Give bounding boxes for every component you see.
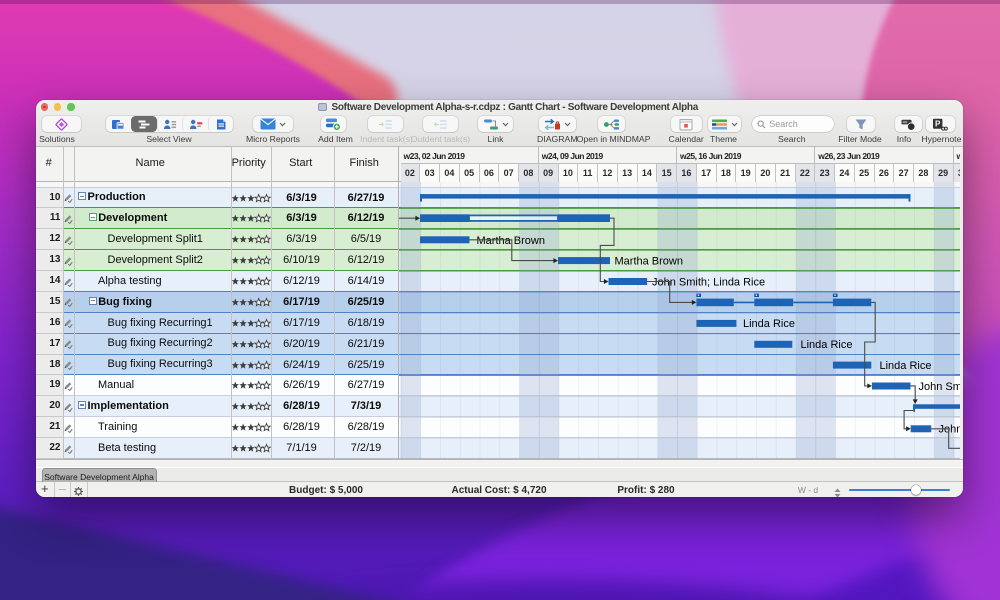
- svg-text:John Smith; Linda Rice: John Smith; Linda Rice: [938, 424, 960, 436]
- svg-text:Martha Brown: Martha Brown: [614, 256, 682, 268]
- svg-text:Linda Rice: Linda Rice: [879, 360, 931, 372]
- svg-text:John Smith; Linda Rice: John Smith; Linda Rice: [918, 381, 960, 393]
- svg-text:John Smith; Linda Rice: John Smith; Linda Rice: [652, 276, 765, 288]
- svg-text:Linda Rice: Linda Rice: [800, 339, 852, 351]
- svg-text:Martha Brown: Martha Brown: [476, 235, 544, 247]
- svg-text:P: P: [935, 119, 941, 128]
- svg-text:Linda Rice: Linda Rice: [743, 318, 795, 330]
